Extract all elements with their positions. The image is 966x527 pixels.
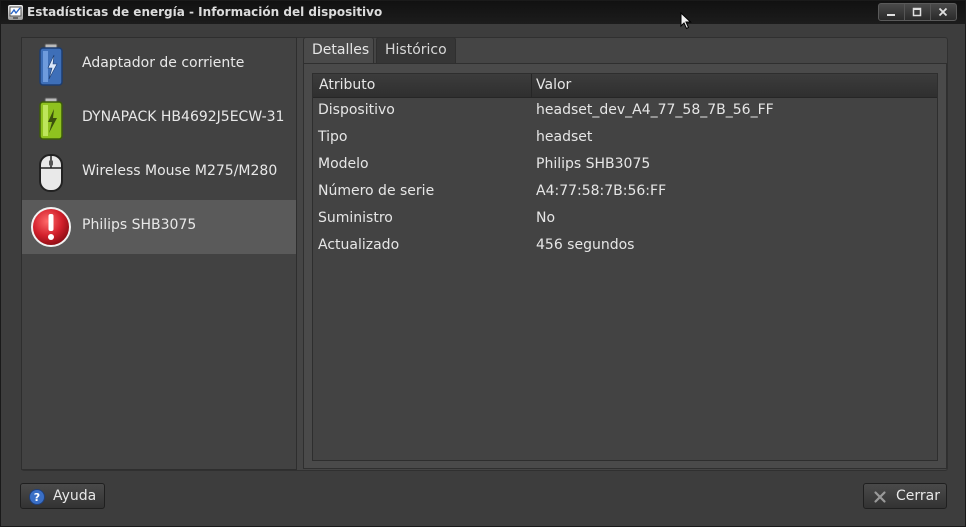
device-item-headset[interactable]: Philips SHB3075 [22,200,296,254]
close-icon [938,7,948,17]
attribute-cell: Actualizado [318,237,400,253]
title-bar[interactable]: Estadísticas de energía - Información de… [1,1,965,24]
battery-charging-icon [39,97,63,140]
device-label: Philips SHB3075 [82,217,197,233]
device-label: Wireless Mouse M275/M280 [82,163,278,179]
maximize-icon [912,7,922,17]
table-header: Atributo Valor [313,74,937,98]
window-title: Estadísticas de energía - Información de… [27,5,383,19]
table-row[interactable]: Modelo Philips SHB3075 [313,152,937,179]
warning-icon [31,207,71,247]
maximize-button[interactable] [904,4,930,20]
mouse-pointer-icon [680,12,692,30]
column-divider[interactable] [531,74,532,97]
value-cell: Philips SHB3075 [536,156,651,172]
value-cell: No [536,210,556,226]
value-cell: 456 segundos [536,237,635,253]
minimize-icon [887,14,895,16]
close-icon [874,491,886,503]
attribute-cell: Modelo [318,156,369,172]
value-cell: headset [536,129,593,145]
details-table: Atributo Valor Dispositivo headset_dev_A… [312,73,938,461]
table-row[interactable]: Tipo headset [313,125,937,152]
attribute-cell: Número de serie [318,183,435,199]
close-button[interactable]: Cerrar [863,483,947,509]
device-item-power-adapter[interactable]: Adaptador de corriente [22,38,296,92]
column-header-attribute[interactable]: Atributo [319,77,375,93]
table-row[interactable]: Número de serie A4:77:58:7B:56:FF [313,179,937,206]
power-adapter-icon [39,43,63,86]
table-row[interactable]: Dispositivo headset_dev_A4_77_58_7B_56_F… [313,98,937,125]
help-icon: ? [29,489,45,505]
tab-history[interactable]: Histórico [376,37,456,63]
device-item-battery[interactable]: DYNAPACK HB4692J5ECW-31 [22,92,296,146]
value-cell: A4:77:58:7B:56:FF [536,183,667,199]
device-item-mouse[interactable]: Wireless Mouse M275/M280 [22,146,296,200]
attribute-cell: Suministro [318,210,393,226]
minimize-button[interactable] [879,4,904,20]
table-row[interactable]: Actualizado 456 segundos [313,233,937,260]
device-list: Adaptador de corriente DYNAPACK HB4692J5… [21,37,297,470]
mouse-icon [39,154,63,192]
device-info-window: Estadísticas de energía - Información de… [0,0,966,527]
svg-text:?: ? [34,491,40,504]
close-window-button[interactable] [930,4,956,20]
help-button-label: Ayuda [53,488,97,504]
help-button[interactable]: ? Ayuda [20,483,105,509]
power-statistics-app-icon [8,5,23,20]
device-label: DYNAPACK HB4692J5ECW-31 [82,109,285,125]
attribute-cell: Dispositivo [318,102,395,118]
column-header-value[interactable]: Valor [536,77,571,93]
tab-details[interactable]: Detalles [303,37,374,63]
value-cell: headset_dev_A4_77_58_7B_56_FF [536,102,774,118]
table-row[interactable]: Suministro No [313,206,937,233]
device-label: Adaptador de corriente [82,55,245,71]
attribute-cell: Tipo [318,129,348,145]
window-controls [878,3,957,21]
close-button-label: Cerrar [896,488,940,504]
